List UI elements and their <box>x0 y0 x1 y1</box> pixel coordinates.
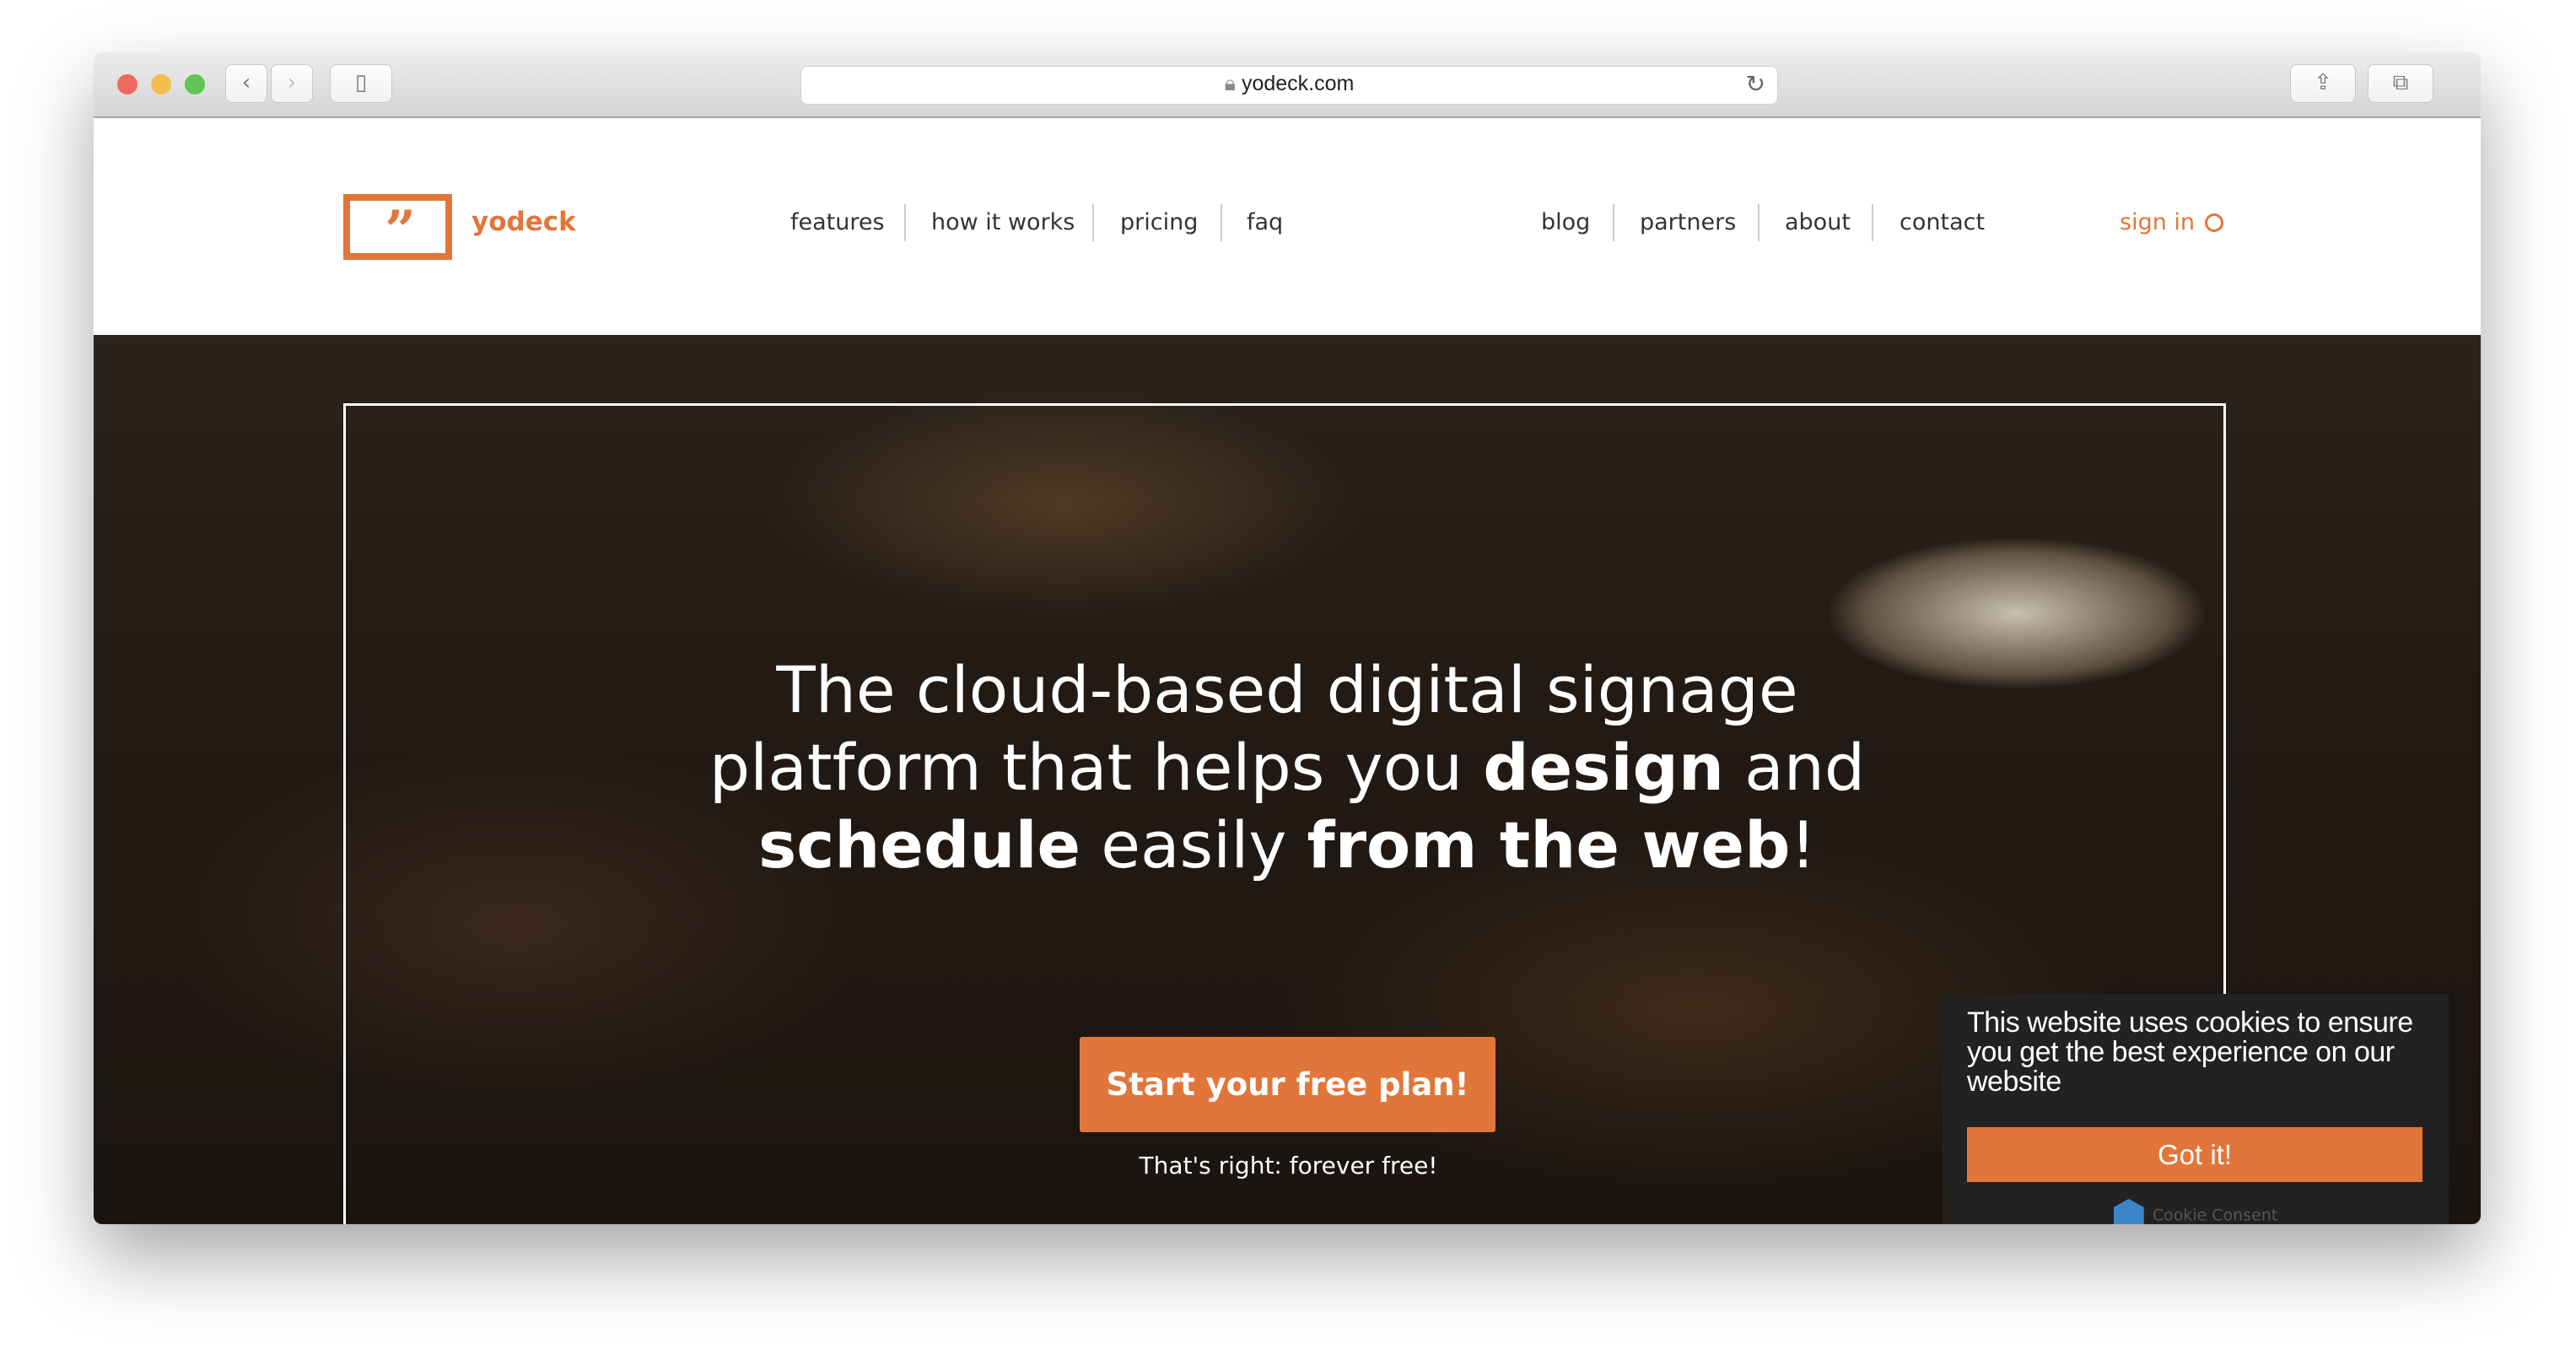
browser-toolbar: ‹ › ▯ 🔒︎ yodeck.com ↻ ⇪ ⧉ <box>94 52 2481 118</box>
logo-text[interactable]: yodeck <box>472 207 576 237</box>
forward-button[interactable]: › <box>271 64 313 103</box>
sidebar-icon: ▯ <box>354 70 368 95</box>
reload-icon[interactable]: ↻ <box>1746 70 1765 98</box>
nav-divider <box>1872 204 1873 241</box>
sign-in-link[interactable]: sign in <box>2120 209 2224 235</box>
hero-headline: The cloud-based digital signage platform… <box>709 652 1866 882</box>
sidebar-toggle-button[interactable]: ▯ <box>330 64 392 103</box>
nav-divider <box>1221 204 1222 241</box>
close-window-button[interactable] <box>117 74 137 94</box>
nav-features[interactable]: features <box>790 209 885 235</box>
share-button[interactable]: ⇪ <box>2290 64 2356 103</box>
sign-in-label: sign in <box>2120 209 2196 235</box>
nav-blog[interactable]: blog <box>1541 209 1590 235</box>
hero-section: The cloud-based digital signage platform… <box>94 335 2481 1224</box>
nav-about[interactable]: about <box>1785 209 1851 235</box>
start-free-plan-button[interactable]: Start your free plan! <box>1080 1037 1495 1132</box>
cookie-message: This website uses cookies to ensure you … <box>1967 1007 2413 1098</box>
site-header: ” yodeck features how it works pricing f… <box>94 118 2481 335</box>
nav-pricing[interactable]: pricing <box>1120 209 1198 235</box>
lock-icon: 🔒︎ <box>1224 72 1236 95</box>
cookie-consent-logo-icon <box>2113 1199 2144 1224</box>
chevron-left-icon: ‹ <box>241 70 251 95</box>
browser-window: ‹ › ▯ 🔒︎ yodeck.com ↻ ⇪ ⧉ ” yodeck featu… <box>94 52 2481 1224</box>
cookie-consent-link[interactable]: Cookie Consent <box>1943 1199 2449 1224</box>
zoom-window-button[interactable] <box>185 74 205 94</box>
nav-contact[interactable]: contact <box>1900 209 1985 235</box>
nav-divider <box>904 204 906 241</box>
minimize-window-button[interactable] <box>151 74 171 94</box>
logo-icon[interactable]: ” <box>343 194 452 262</box>
back-button[interactable]: ‹ <box>225 64 267 103</box>
share-icon: ⇪ <box>2314 70 2332 95</box>
cookie-banner: This website uses cookies to ensure you … <box>1943 994 2449 1224</box>
nav-divider <box>1092 204 1094 241</box>
nav-faq[interactable]: faq <box>1247 209 1283 235</box>
tabs-icon: ⧉ <box>2392 70 2409 95</box>
chevron-right-icon: › <box>287 70 297 95</box>
nav-partners[interactable]: partners <box>1640 209 1736 235</box>
tabs-overview-button[interactable]: ⧉ <box>2368 64 2433 103</box>
user-icon <box>2205 213 2224 232</box>
nav-divider <box>1758 204 1760 241</box>
nav-divider <box>1613 204 1614 241</box>
address-bar[interactable]: 🔒︎ yodeck.com ↻ <box>800 66 1778 105</box>
nav-how-it-works[interactable]: how it works <box>931 209 1075 235</box>
url-text: yodeck.com <box>1241 72 1355 95</box>
cookie-accept-button[interactable]: Got it! <box>1967 1127 2422 1182</box>
